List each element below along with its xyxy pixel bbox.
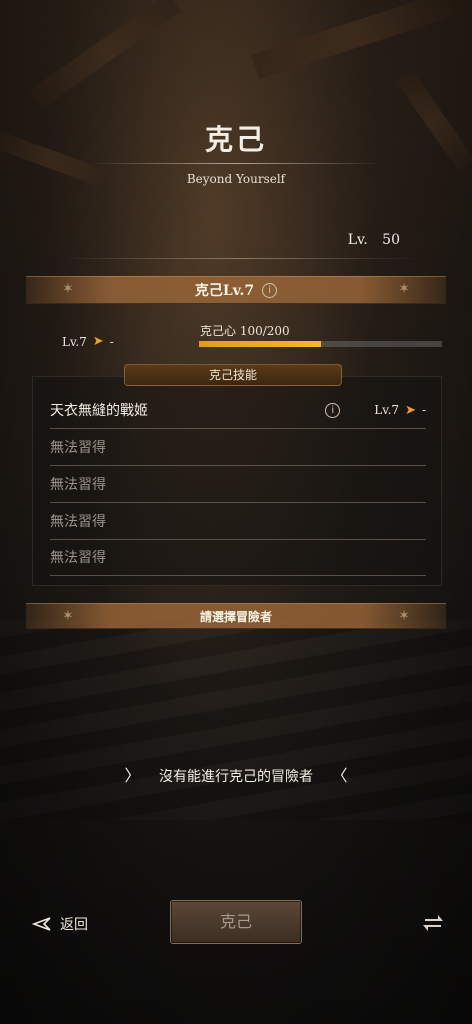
skill-row: 無法習得 <box>50 503 426 540</box>
skill-row: 無法習得 <box>50 466 426 503</box>
skill-row: 無法習得 <box>50 429 426 466</box>
notice-text: 沒有能進行克己的冒險者 <box>159 769 313 785</box>
player-level: Lv. 50 <box>0 232 400 248</box>
back-arrow-icon <box>31 917 51 931</box>
gauge-fill <box>199 341 321 347</box>
ornament-right-icon: ✶ <box>398 281 410 297</box>
restraint-confirm-button[interactable]: 克己 <box>170 900 302 944</box>
chevron-left-icon: 〈 <box>331 766 348 785</box>
skill-level: Lv.7 <box>374 403 400 417</box>
select-adventurer-band: ✶ 請選擇冒險者 ✶ <box>26 603 446 629</box>
chevron-right-icon: 〉 <box>124 766 141 785</box>
page-title: 克己 <box>204 123 267 156</box>
page-subtitle: Beyond Yourself <box>186 172 286 186</box>
level-value: 50 <box>382 232 400 248</box>
next-level-value: - <box>109 334 114 349</box>
current-level: Lv.7 ➤ - <box>62 334 114 349</box>
no-adventurer-notice: 〉 沒有能進行克己的冒險者 〈 <box>0 762 472 786</box>
level-prefix: Lv. <box>347 232 368 248</box>
skill-name: 無法習得 <box>50 550 106 566</box>
restraint-level-label: 克己Lv.7 <box>194 283 255 299</box>
select-adventurer-label: 請選擇冒險者 <box>199 609 272 624</box>
orange-arrow-icon: ➤ <box>405 402 416 418</box>
back-label: 返回 <box>60 917 88 933</box>
skill-row: 無法習得 <box>50 539 426 576</box>
current-level-label: Lv.7 <box>62 334 87 349</box>
info-icon[interactable]: i <box>325 402 341 418</box>
orange-arrow-icon: ➤ <box>92 334 104 349</box>
skill-name: 無法習得 <box>50 514 106 530</box>
ornament-left-icon: ✶ <box>62 608 74 624</box>
title-divider <box>88 163 384 164</box>
restraint-gauge <box>199 341 442 347</box>
skill-name: 無法習得 <box>50 477 106 493</box>
swap-icon[interactable] <box>420 910 446 936</box>
skills-tab: 克己技能 <box>124 364 342 386</box>
level-divider <box>60 258 420 259</box>
restraint-level-band: ✶ 克己Lv.7 i ✶ <box>26 276 446 304</box>
skill-name: 天衣無縫的戰姬 <box>50 403 148 419</box>
skill-name: 無法習得 <box>50 440 106 456</box>
ornament-right-icon: ✶ <box>398 608 410 624</box>
skill-row[interactable]: 天衣無縫的戰姬 i Lv.7 ➤ - <box>50 392 426 429</box>
ornament-left-icon: ✶ <box>62 281 74 297</box>
gauge-label: 克己心 100/200 <box>200 324 290 338</box>
skill-next: - <box>421 403 426 417</box>
info-icon[interactable]: i <box>262 282 278 298</box>
skill-level-group: i Lv.7 ➤ - <box>317 402 426 418</box>
back-button[interactable]: 返回 <box>30 914 88 934</box>
